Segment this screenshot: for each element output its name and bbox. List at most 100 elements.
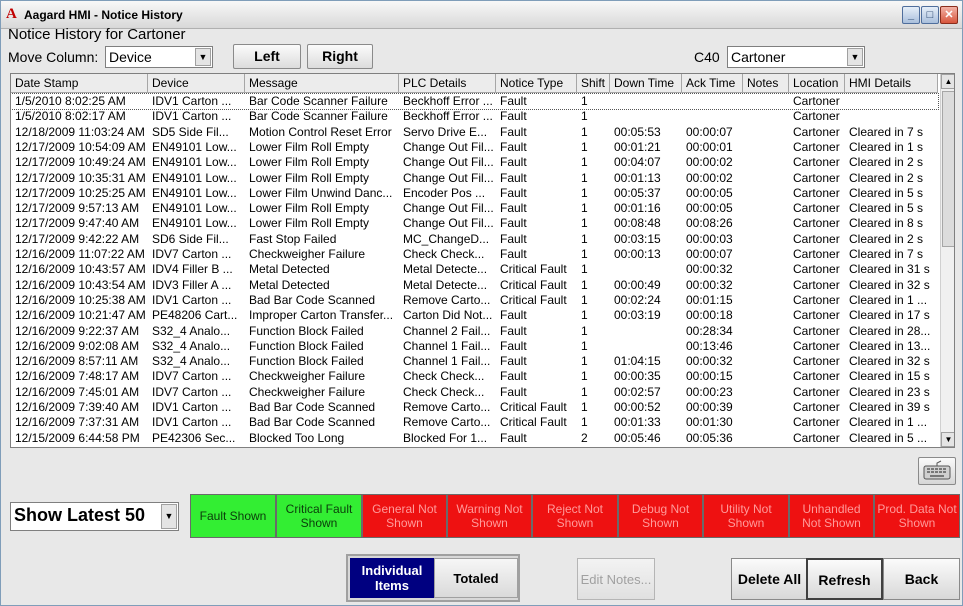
table-row[interactable]: 12/16/2009 10:43:54 AM IDV3 Filler A ... M… (11, 278, 938, 293)
filter-general[interactable]: General Not Shown (362, 494, 447, 538)
table-cell: Cartoner (793, 155, 840, 170)
table-cell: Cartoner (793, 323, 840, 338)
column-header[interactable]: Notes (743, 74, 789, 93)
table-cell: 00:01:16 (614, 201, 661, 216)
table-cell: 1/5/2010 8:02:25 AM (15, 94, 126, 108)
table-row[interactable]: 12/16/2009 10:25:38 AM IDV1 Carton ... Bad… (11, 293, 938, 308)
table-cell (682, 94, 743, 109)
table-row[interactable]: 12/17/2009 9:47:40 AM EN49101 Low... Lower… (11, 216, 938, 231)
table-row[interactable]: 12/16/2009 9:02:08 AM S32_4 Analo... Funct… (11, 339, 938, 354)
machine-label: C40 (694, 49, 720, 65)
totaled-button[interactable]: Totaled (434, 558, 518, 598)
minimize-button[interactable]: _ (902, 6, 920, 24)
filter-prod-data[interactable]: Prod. Data Not Shown (874, 494, 960, 538)
column-header[interactable]: Location (789, 74, 845, 93)
table-row[interactable]: 12/16/2009 7:45:01 AM IDV7 Carton ... Chec… (11, 385, 938, 400)
column-header[interactable]: Device (148, 74, 245, 93)
table-row[interactable]: 12/16/2009 11:07:22 AM IDV7 Carton ... Che… (11, 247, 938, 262)
table-cell: Metal Detected (249, 262, 330, 277)
table-row[interactable]: 12/17/2009 9:42:22 AM SD6 Side Fil... Fast… (11, 232, 938, 247)
table-cell: Fault (500, 308, 527, 323)
column-header[interactable]: Message (245, 74, 399, 93)
close-button[interactable]: ✕ (940, 6, 958, 24)
chevron-down-icon[interactable]: ▼ (161, 504, 177, 529)
vertical-scrollbar[interactable]: ▲ ▼ (940, 74, 954, 447)
table-cell: Remove Carto... (403, 400, 491, 414)
table-cell: 1 (581, 415, 588, 430)
table-row[interactable]: 12/15/2009 6:44:58 PM PE42306 Sec... Block… (11, 431, 938, 446)
table-row[interactable]: 12/16/2009 7:48:17 AM IDV7 Carton ... Chec… (11, 369, 938, 384)
keyboard-button[interactable] (918, 457, 956, 485)
table-cell: 1 (581, 292, 588, 307)
table-cell: Fault (500, 430, 527, 445)
table-cell: 1 (581, 185, 588, 200)
show-latest-select[interactable]: Show Latest 50 ▼ (10, 502, 179, 531)
table-cell: Cleared in 13... (849, 338, 931, 353)
table-cell: Cartoner (793, 247, 840, 261)
move-column-select[interactable]: Device ▼ (105, 46, 213, 68)
move-column-value: Device (109, 49, 152, 65)
table-cell (743, 216, 789, 231)
refresh-button[interactable]: Refresh (806, 558, 883, 600)
table-cell (743, 247, 789, 262)
table-cell (743, 385, 789, 400)
filter-debug[interactable]: Debug Not Shown (618, 494, 703, 538)
table-cell: Change Out Fil... (403, 216, 494, 231)
table-row[interactable]: 12/16/2009 10:21:47 AM PE48206 Cart... Imp… (11, 308, 938, 323)
table-row[interactable]: 12/18/2009 11:03:24 AM SD5 Side Fil... Mot… (11, 125, 938, 140)
table-cell: 12/16/2009 9:22:37 AM (15, 323, 140, 338)
table-cell (610, 94, 682, 109)
column-header[interactable]: PLC Details (399, 74, 496, 93)
individual-items-button[interactable]: Individual Items (350, 558, 434, 598)
chevron-down-icon[interactable]: ▼ (195, 48, 211, 66)
filter-critical-fault[interactable]: Critical Fault Shown (276, 494, 362, 538)
filter-fault[interactable]: Fault Shown (190, 494, 276, 538)
table-cell: Cartoner (793, 139, 840, 154)
table-row[interactable]: 12/17/2009 10:25:25 AM EN49101 Low... Lowe… (11, 186, 938, 201)
table-cell: 00:05:53 (614, 124, 661, 139)
filter-reject[interactable]: Reject Not Shown (532, 494, 618, 538)
scroll-down-icon[interactable]: ▼ (941, 432, 954, 447)
chevron-down-icon[interactable]: ▼ (847, 48, 863, 66)
table-cell: Checkweigher Failure (249, 247, 366, 261)
table-row[interactable]: 12/17/2009 10:54:09 AM EN49101 Low... Lowe… (11, 140, 938, 155)
table-row[interactable]: 12/16/2009 9:22:37 AM S32_4 Analo... Funct… (11, 324, 938, 339)
filter-unhandled[interactable]: Unhandled Not Shown (789, 494, 874, 538)
maximize-button[interactable]: □ (921, 6, 939, 24)
table-row[interactable]: 12/17/2009 9:57:13 AM EN49101 Low... Lower… (11, 201, 938, 216)
table-cell: 12/16/2009 10:43:54 AM (15, 277, 146, 292)
title-bar[interactable]: A Aagard HMI - Notice History _ □ ✕ (1, 1, 962, 29)
table-row[interactable]: 12/16/2009 8:57:11 AM S32_4 Analo... Funct… (11, 354, 938, 369)
back-button[interactable]: Back (883, 558, 960, 600)
filter-warning[interactable]: Warning Not Shown (447, 494, 532, 538)
column-header[interactable]: Date Stamp (11, 74, 148, 93)
scroll-up-icon[interactable]: ▲ (941, 74, 954, 89)
column-header[interactable]: Ack Time (682, 74, 743, 93)
filter-utility[interactable]: Utility Not Shown (703, 494, 789, 538)
column-header[interactable]: Notice Type (496, 74, 577, 93)
move-right-button[interactable]: Right (307, 44, 373, 69)
move-left-button[interactable]: Left (233, 44, 301, 69)
column-header[interactable]: HMI Details (845, 74, 938, 93)
scroll-thumb[interactable] (942, 91, 954, 247)
table-cell: Fault (500, 201, 527, 216)
table-cell: 12/17/2009 10:49:24 AM (15, 155, 146, 170)
delete-all-button[interactable]: Delete All (731, 558, 808, 600)
table-row[interactable]: 12/16/2009 10:43:57 AM IDV4 Filler B ... M… (11, 262, 938, 277)
column-header[interactable]: Shift (577, 74, 610, 93)
table-row[interactable]: 12/17/2009 10:49:24 AM EN49101 Low... Lowe… (11, 155, 938, 170)
column-header[interactable]: Down Time (610, 74, 682, 93)
table-row[interactable]: 12/16/2009 7:37:31 AM IDV1 Carton ... Bad … (11, 415, 938, 430)
table-cell: 00:00:07 (686, 247, 733, 261)
table-row[interactable]: 1/5/2010 8:02:25 AM IDV1 Carton ... Bar Co… (11, 92, 939, 111)
table-cell: 1 (581, 201, 588, 216)
table-cell: 1/5/2010 8:02:17 AM (15, 109, 126, 124)
table-row[interactable]: 12/17/2009 10:35:31 AM EN49101 Low... Lowe… (11, 171, 938, 186)
table-cell: 12/17/2009 9:57:13 AM (15, 201, 140, 216)
edit-notes-button[interactable]: Edit Notes... (577, 558, 655, 600)
table-row[interactable]: 1/5/2010 8:02:17 AM IDV1 Carton ... Bar Co… (11, 109, 938, 124)
table-cell: MC_ChangeD... (403, 231, 490, 246)
table-row[interactable]: 12/16/2009 7:39:40 AM IDV1 Carton ... Bad … (11, 400, 938, 415)
machine-select[interactable]: Cartoner ▼ (727, 46, 865, 68)
notice-history-table[interactable]: Date Stamp Device Message PLC Details Notice… (10, 73, 955, 448)
